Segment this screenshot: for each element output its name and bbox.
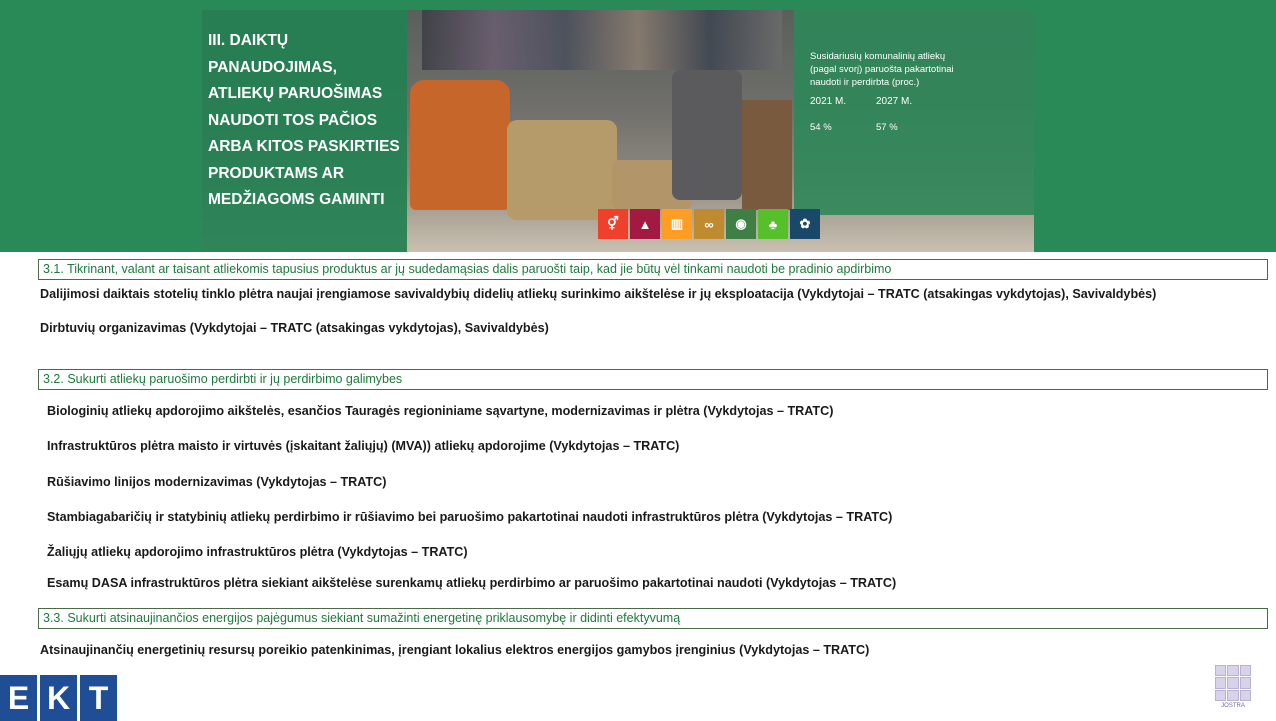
stat-value: 57 %	[876, 122, 898, 133]
sdg-icons-row: ⚥ ▲ ▥ ∞ ◉ ♣ ✿	[598, 209, 820, 239]
stats-caption-line: Susidariusių komunalinių atliekų	[810, 51, 946, 62]
stats-panel: Susidariusių komunalinių atliekų (pagal …	[794, 10, 1034, 215]
banner-title-line: III. DAIKTŲ	[208, 32, 289, 49]
banner-title-line: PANAUDOJIMAS,	[208, 58, 337, 76]
ekt-logo: E K T	[0, 675, 117, 721]
measure-item: Rūšiavimo linijos modernizavimas (Vykdyt…	[47, 475, 387, 489]
objective-3-1: 3.1. Tikrinant, valant ar taisant atliek…	[38, 259, 1268, 280]
partnerships-icon: ✿	[790, 209, 820, 239]
measure-item: Žaliųjų atliekų apdorojimo infrastruktūr…	[47, 545, 468, 559]
banner-title-line: PRODUKTAMS AR	[208, 164, 345, 182]
measure-item: Esamų DASA infrastruktūros plėtra siekia…	[47, 576, 897, 590]
gender-equality-icon: ⚥	[598, 209, 628, 239]
banner-title-line: MEDŽIAGOMS GAMINTI	[208, 191, 385, 208]
objective-3-3: 3.3. Sukurti atsinaujinančios energijos …	[38, 608, 1268, 629]
stat-year: 2027 M.	[876, 96, 913, 107]
title-panel: III. DAIKTŲ PANAUDOJIMAS, ATLIEKŲ PARUOŠ…	[202, 10, 407, 252]
shelf-image	[742, 100, 792, 210]
ekt-letter-k: K	[40, 675, 77, 721]
ekt-letter-e: E	[0, 675, 37, 721]
jostra-label: JOSTRA	[1221, 703, 1245, 709]
climate-action-icon: ◉	[726, 209, 756, 239]
jostra-grid-icon	[1215, 665, 1251, 701]
banner-title-line: NAUDOTI TOS PAČIOS	[208, 111, 378, 129]
stroller-image	[672, 70, 742, 200]
measure-item: Biologinių atliekų apdorojimo aikštelės,…	[47, 404, 834, 418]
banner-title-line: ARBA KITOS PASKIRTIES	[208, 138, 400, 155]
measure-item: Dirbtuvių organizavimas (Vykdytojai – TR…	[40, 321, 549, 335]
banner-title-line: ATLIEKŲ PARUOŠIMAS	[208, 85, 383, 102]
stat-value: 54 %	[810, 122, 832, 133]
measure-item: Dalijimosi daiktais stotelių tinklo plėt…	[40, 287, 1157, 301]
stats-caption: Susidariusių komunalinių atliekų (pagal …	[810, 50, 1020, 89]
measure-item: Atsinaujinančių energetinių resursų pore…	[40, 643, 870, 657]
objective-3-2: 3.2. Sukurti atliekų paruošimo perdirbti…	[38, 369, 1268, 390]
life-on-land-icon: ♣	[758, 209, 788, 239]
jostra-logo: JOSTRA	[1213, 665, 1253, 717]
ekt-letter-t: T	[80, 675, 117, 721]
hanging-clothes-image	[422, 10, 782, 70]
stats-caption-line: naudoti ir perdirbta (proc.)	[810, 77, 920, 88]
measure-item: Stambiagabaričių ir statybinių atliekų p…	[47, 510, 893, 524]
sustainable-cities-icon: ▥	[662, 209, 692, 239]
stat-year: 2021 M.	[810, 96, 847, 107]
stats-values: 54 % 57 %	[810, 122, 942, 133]
banner-title: III. DAIKTŲ PANAUDOJIMAS, ATLIEKŲ PARUOŠ…	[208, 28, 408, 214]
armchair-image	[507, 120, 617, 220]
stats-years: 2021 M. 2027 M.	[810, 96, 942, 107]
sofa-image	[410, 80, 510, 210]
header-banner: III. DAIKTŲ PANAUDOJIMAS, ATLIEKŲ PARUOŠ…	[0, 0, 1276, 252]
measure-item: Infrastruktūros plėtra maisto ir virtuvė…	[47, 439, 680, 453]
stats-caption-line: (pagal svorį) paruošta pakartotinai	[810, 64, 954, 75]
responsible-consumption-icon: ∞	[694, 209, 724, 239]
economic-growth-icon: ▲	[630, 209, 660, 239]
